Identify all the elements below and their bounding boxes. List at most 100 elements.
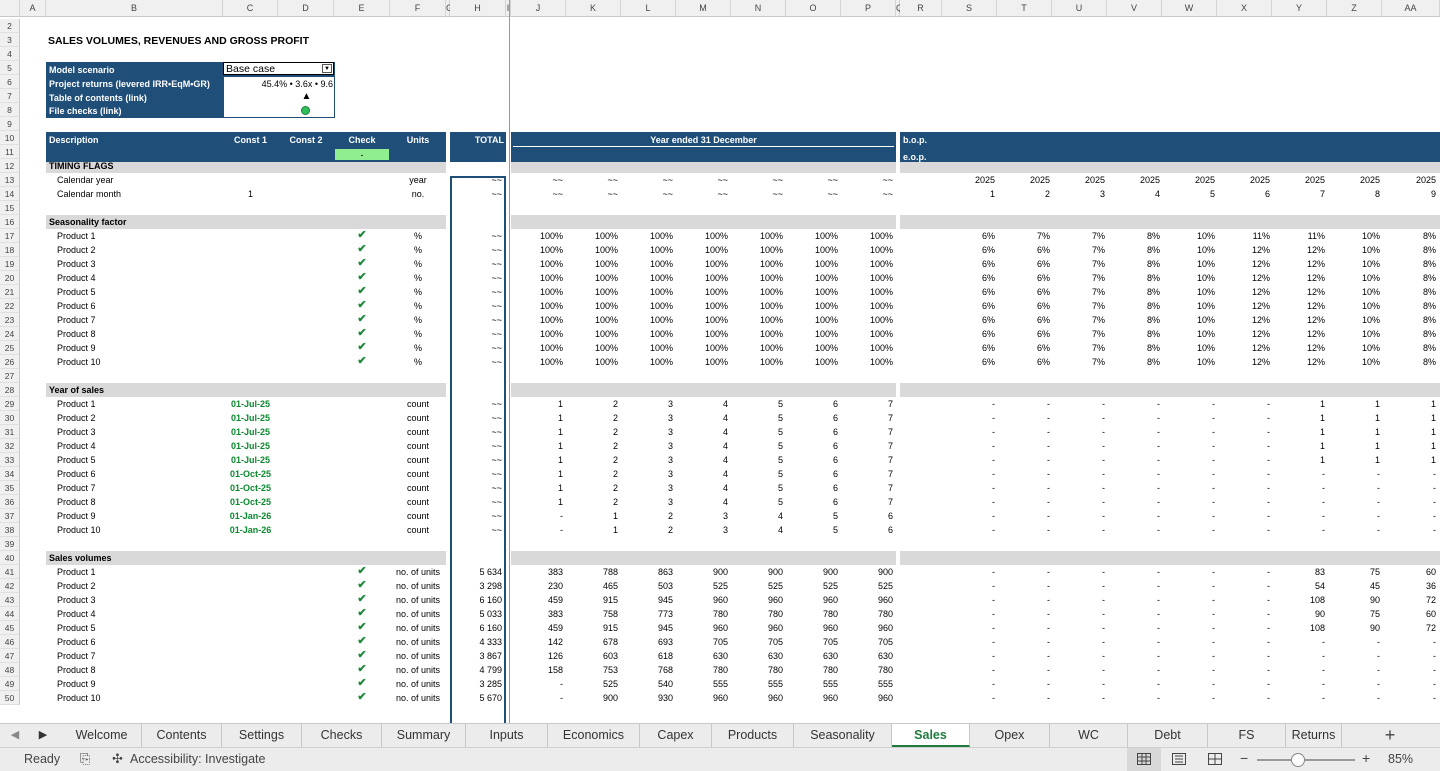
monthly-cell[interactable]: 6% [1000, 271, 1050, 285]
annual-cell[interactable]: 2 [623, 509, 673, 523]
annual-cell[interactable]: 100% [678, 285, 728, 299]
annual-cell[interactable]: ~~ [568, 187, 618, 201]
monthly-cell[interactable]: - [1110, 649, 1160, 663]
monthly-cell[interactable]: 8% [1110, 243, 1160, 257]
monthly-cell[interactable]: 45 [1330, 579, 1380, 593]
annual-cell[interactable]: 773 [623, 607, 673, 621]
monthly-cell[interactable]: 10% [1165, 243, 1215, 257]
annual-cell[interactable]: 960 [678, 621, 728, 635]
annual-cell[interactable]: 100% [788, 257, 838, 271]
annual-cell[interactable]: 960 [733, 593, 783, 607]
sheet-tab-opex[interactable]: Opex [970, 724, 1050, 747]
monthly-cell[interactable]: - [1110, 635, 1160, 649]
row-header-42[interactable]: 42 [0, 579, 20, 593]
monthly-cell[interactable]: - [1220, 565, 1270, 579]
row-header-32[interactable]: 32 [0, 439, 20, 453]
row-header-3[interactable]: 3 [0, 33, 20, 47]
annual-cell[interactable]: 2 [568, 439, 618, 453]
annual-cell[interactable]: 100% [788, 313, 838, 327]
annual-cell[interactable]: 758 [568, 607, 618, 621]
annual-cell[interactable]: 100% [623, 341, 673, 355]
annual-cell[interactable]: 6 [788, 397, 838, 411]
row-header-12[interactable]: 12 [0, 159, 20, 173]
monthly-cell[interactable]: 8% [1386, 285, 1436, 299]
annual-cell[interactable]: 7 [843, 453, 893, 467]
monthly-cell[interactable]: - [945, 691, 995, 705]
monthly-cell[interactable]: - [1165, 425, 1215, 439]
sheet-tab-inputs[interactable]: Inputs [466, 724, 548, 747]
monthly-cell[interactable]: - [1000, 649, 1050, 663]
annual-cell[interactable]: 540 [623, 677, 673, 691]
monthly-cell[interactable]: 2025 [1055, 173, 1105, 187]
monthly-cell[interactable]: 1 [1275, 425, 1325, 439]
annual-cell[interactable]: 7 [843, 411, 893, 425]
monthly-cell[interactable]: 7% [1055, 327, 1105, 341]
annual-cell[interactable]: 6 [788, 467, 838, 481]
monthly-cell[interactable]: 6% [1000, 285, 1050, 299]
row-header-30[interactable]: 30 [0, 411, 20, 425]
monthly-cell[interactable]: - [1330, 649, 1380, 663]
monthly-cell[interactable]: - [1330, 467, 1380, 481]
annual-cell[interactable]: 100% [678, 327, 728, 341]
monthly-cell[interactable]: - [1275, 663, 1325, 677]
monthly-cell[interactable]: - [1275, 677, 1325, 691]
monthly-cell[interactable]: - [1000, 691, 1050, 705]
annual-cell[interactable]: 3 [623, 397, 673, 411]
monthly-cell[interactable]: - [1000, 453, 1050, 467]
monthly-cell[interactable]: - [1220, 677, 1270, 691]
monthly-cell[interactable]: - [1000, 663, 1050, 677]
column-header-s[interactable]: S [942, 0, 997, 17]
scroll-tabs-right-icon[interactable]: ▶ [30, 724, 56, 747]
monthly-cell[interactable]: 1 [945, 187, 995, 201]
annual-cell[interactable]: 158 [513, 663, 563, 677]
monthly-cell[interactable]: 10% [1165, 285, 1215, 299]
monthly-cell[interactable]: - [1110, 593, 1160, 607]
annual-cell[interactable]: 100% [843, 257, 893, 271]
annual-cell[interactable]: 142 [513, 635, 563, 649]
sheet-tab-economics[interactable]: Economics [548, 724, 640, 747]
annual-cell[interactable]: 100% [843, 327, 893, 341]
row-header-37[interactable]: 37 [0, 509, 20, 523]
annual-cell[interactable]: 100% [843, 285, 893, 299]
monthly-cell[interactable]: 60 [1386, 565, 1436, 579]
toc-link-icon[interactable]: ▲ [223, 90, 390, 104]
monthly-cell[interactable]: - [1386, 663, 1436, 677]
monthly-cell[interactable]: - [1165, 481, 1215, 495]
row-header-21[interactable]: 21 [0, 285, 20, 299]
monthly-cell[interactable]: - [1055, 663, 1105, 677]
monthly-cell[interactable]: 6 [1220, 187, 1270, 201]
monthly-cell[interactable]: 12% [1220, 327, 1270, 341]
monthly-cell[interactable]: 12% [1275, 355, 1325, 369]
annual-cell[interactable]: 100% [623, 243, 673, 257]
monthly-cell[interactable]: - [1165, 439, 1215, 453]
annual-cell[interactable]: 960 [678, 593, 728, 607]
annual-cell[interactable]: 780 [733, 663, 783, 677]
annual-cell[interactable]: ~~ [568, 173, 618, 187]
monthly-cell[interactable]: - [945, 481, 995, 495]
monthly-cell[interactable]: 8% [1110, 229, 1160, 243]
monthly-cell[interactable]: 8% [1110, 257, 1160, 271]
annual-cell[interactable]: 7 [843, 425, 893, 439]
monthly-cell[interactable]: - [1110, 691, 1160, 705]
monthly-cell[interactable]: - [1000, 467, 1050, 481]
sheet-tab-wc[interactable]: WC [1050, 724, 1128, 747]
sheet-tab-returns[interactable]: Returns [1286, 724, 1342, 747]
monthly-cell[interactable]: - [1055, 397, 1105, 411]
annual-cell[interactable]: ~~ [843, 187, 893, 201]
monthly-cell[interactable]: - [1330, 481, 1380, 495]
accessibility-status[interactable]: Accessibility: Investigate [130, 752, 265, 766]
monthly-cell[interactable]: - [1000, 397, 1050, 411]
monthly-cell[interactable]: 7% [1055, 271, 1105, 285]
annual-cell[interactable]: 100% [788, 355, 838, 369]
annual-cell[interactable]: 383 [513, 607, 563, 621]
monthly-cell[interactable]: - [1275, 523, 1325, 537]
monthly-cell[interactable]: 1 [1330, 425, 1380, 439]
monthly-cell[interactable]: 8% [1386, 271, 1436, 285]
annual-cell[interactable]: 630 [733, 649, 783, 663]
annual-cell[interactable]: 960 [733, 621, 783, 635]
monthly-cell[interactable]: 2025 [1330, 173, 1380, 187]
monthly-cell[interactable]: - [1220, 397, 1270, 411]
sheet-tab-capex[interactable]: Capex [640, 724, 712, 747]
monthly-cell[interactable]: - [1330, 495, 1380, 509]
row-header-19[interactable]: 19 [0, 257, 20, 271]
